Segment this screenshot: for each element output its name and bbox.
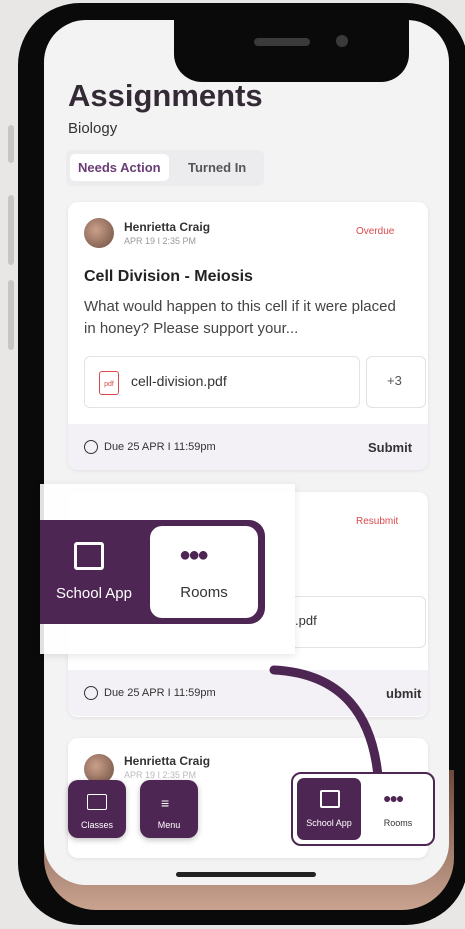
status-badge: Resubmit: [356, 516, 399, 527]
school-app-icon: [74, 542, 104, 570]
app-switcher-popup: School App ●●● Rooms: [40, 520, 265, 624]
school-app-label: School App: [56, 585, 132, 602]
assignment-title: Cell Division - Meiosis: [84, 268, 253, 285]
classes-button[interactable]: Classes: [68, 780, 126, 838]
popup-rooms[interactable]: ●●● Rooms: [150, 526, 258, 618]
clock-icon: [84, 440, 98, 454]
rooms-label: Rooms: [383, 818, 413, 828]
popup-school-app[interactable]: School App: [40, 520, 148, 624]
submit-button[interactable]: Submit: [368, 440, 412, 455]
attachment[interactable]: pdf cell-division.pdf: [84, 356, 360, 408]
author-name: Henrietta Craig: [124, 754, 211, 768]
more-files-button[interactable]: +3: [366, 356, 426, 408]
page-subtitle: Biology: [68, 120, 118, 137]
assignment-card[interactable]: Henrietta Craig APR 19 I 2:35 PM Overdue…: [68, 202, 428, 470]
school-app-icon: [320, 790, 340, 808]
menu-label: Menu: [157, 820, 181, 830]
tab-turned-in[interactable]: Turned In: [180, 154, 254, 181]
mute-switch: [8, 125, 14, 163]
post-date: APR 19 I 2:35 PM: [124, 770, 197, 780]
page-title: Assignments: [68, 78, 263, 113]
avatar: [84, 218, 114, 248]
post-date: APR 19 I 2:35 PM: [124, 236, 197, 246]
pdf-icon: pdf: [99, 371, 119, 395]
camera: [336, 35, 348, 47]
rooms-icon: ●●●: [383, 790, 404, 806]
school-app-label: School App: [306, 818, 352, 828]
due-text: Due 25 APR I 11:59pm: [104, 686, 216, 699]
more-files-count: +3: [387, 373, 402, 388]
card-footer: Due 25 APR I 11:59pm Submit: [68, 424, 428, 470]
due-date: Due 25 APR I 11:59pm: [84, 686, 216, 700]
due-text: Due 25 APR I 11:59pm: [104, 440, 216, 453]
classes-icon: [87, 794, 107, 810]
author-name: Henrietta Craig: [124, 220, 211, 234]
tab-needs-action[interactable]: Needs Action: [70, 154, 169, 181]
assignment-description: What would happen to this cell if it wer…: [84, 298, 396, 337]
volume-up-button: [8, 195, 14, 265]
app-switcher: School App ●●● Rooms: [291, 772, 435, 846]
app-screen: Assignments Biology Needs Action Turned …: [44, 20, 449, 885]
speaker: [254, 38, 310, 46]
clock-icon: [84, 686, 98, 700]
classes-label: Classes: [80, 820, 113, 830]
volume-down-button: [8, 280, 14, 350]
status-badge: Overdue: [356, 226, 395, 237]
rooms-label: Rooms: [180, 584, 228, 601]
notch: [174, 20, 409, 82]
home-indicator: [176, 872, 316, 877]
rooms-tab[interactable]: ●●● Rooms: [367, 778, 429, 840]
due-date: Due 25 APR I 11:59pm: [84, 440, 216, 454]
hamburger-icon: ≡: [161, 795, 170, 811]
file-name: cell-division.pdf: [131, 373, 227, 389]
rooms-icon: ●●●: [179, 544, 209, 566]
file-name: .pdf: [295, 613, 317, 628]
school-app-tab[interactable]: School App: [297, 778, 361, 840]
tab-bar: Needs Action Turned In: [66, 150, 264, 186]
menu-button[interactable]: ≡ Menu: [140, 780, 198, 838]
